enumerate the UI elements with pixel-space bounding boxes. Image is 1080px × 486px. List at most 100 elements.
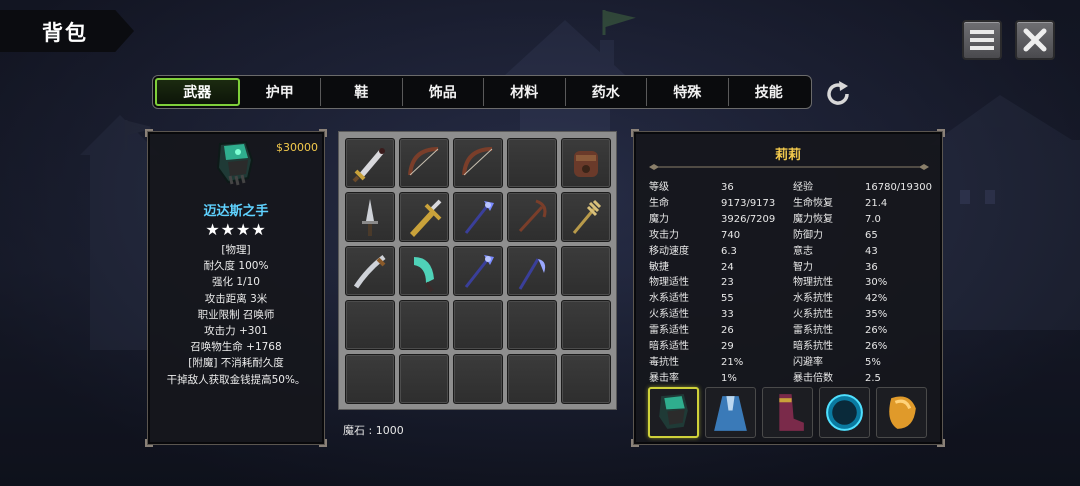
inventory-slot-empty[interactable] [344,353,395,404]
inventory-grid [338,131,617,410]
stat-label: 暴击倍数 [793,372,833,384]
magic-stone-count: 魔石 : 1000 [343,424,404,437]
inventory-slot-filled[interactable] [452,245,503,296]
equipment-slot[interactable] [876,387,927,438]
refresh-button[interactable] [822,78,854,110]
refresh-icon [827,81,849,105]
close-button[interactable] [1015,20,1055,60]
gauntlet-icon [659,394,688,429]
page-title: 背包 [42,21,88,45]
tab-weapons[interactable]: 武器 [155,78,240,106]
stat-value: 30% [865,277,888,289]
inventory-slot-empty[interactable] [506,353,557,404]
ornate-divider [649,164,929,170]
equipment-slot[interactable] [762,387,813,438]
equipment-slot[interactable] [819,387,870,438]
tab-label: 饰品 [428,85,457,101]
amber-gem-icon [889,396,916,429]
tab-materials[interactable]: 材料 [484,78,566,106]
inventory-slot-filled[interactable] [398,137,449,188]
stat-label: 攻击力 [649,229,679,241]
inventory-slot-filled[interactable] [344,245,395,296]
stat-value: 33 [721,309,734,321]
tab-label: 鞋 [354,85,369,101]
stat-value: 6.3 [721,245,737,257]
inventory-slot-filled[interactable] [344,137,395,188]
stat-label: 雷系抗性 [793,325,833,337]
stat-label: 等级 [649,182,669,193]
inventory-slot-empty[interactable] [398,299,449,350]
menu-icon [970,30,994,50]
stat-label: 魔力 [649,213,669,225]
stat-value: 21% [721,356,744,368]
stat-label: 物理适性 [649,277,689,289]
tab-label: 药水 [591,85,620,101]
inventory-slot-filled[interactable] [560,137,611,188]
item-attribute-line: 攻击力 +301 [204,325,268,338]
tab-armor[interactable]: 护甲 [240,78,321,106]
inventory-slot-filled[interactable] [560,191,611,242]
inventory-slot-empty[interactable] [344,299,395,350]
inventory-slot-empty[interactable] [452,299,503,350]
inventory-slot-empty[interactable] [560,353,611,404]
scythe-icon [518,257,545,290]
equipment-slot[interactable] [705,387,756,438]
inventory-slot-empty[interactable] [560,299,611,350]
stat-value: 26 [721,325,734,337]
inventory-slot-filled[interactable] [506,191,557,242]
tab-accessories[interactable]: 饰品 [403,78,484,106]
tab-shoes[interactable]: 鞋 [321,78,403,106]
staff-icon [464,254,494,288]
item-attribute-line: 强化 1/10 [212,276,260,289]
item-attribute-line: 耐久度 100% [203,260,269,273]
inventory-slot-filled[interactable] [398,245,449,296]
inventory-slot-empty[interactable] [398,353,449,404]
claw-blade-icon [413,256,434,292]
inventory-slot-empty[interactable] [560,245,611,296]
robe-icon [714,396,747,431]
stat-label: 闪避率 [793,356,823,368]
stat-value: 36 [721,182,734,193]
inventory-slot-filled[interactable] [506,245,557,296]
stat-label: 暗系适性 [649,341,689,353]
stat-label: 生命恢复 [793,197,833,209]
item-attribute-line: [物理] [221,244,251,256]
item-attribute-line: 攻击距离 3米 [204,292,268,305]
tab-label: 特殊 [673,85,702,101]
tab-label: 材料 [510,85,539,101]
bow-icon [461,146,492,175]
menu-button[interactable] [962,20,1002,60]
bow-icon [407,146,438,175]
character-name: 莉莉 [774,148,801,163]
inventory-slot-empty[interactable] [452,353,503,404]
item-attribute-line: 职业限制 召唤师 [197,308,275,321]
stat-value: 26% [865,341,888,353]
tab-label: 技能 [754,85,783,101]
character-stats: 等级 36 经验 16780/19300 生命 9173/9173 生命恢复 21.4 魔力 39… [649,180,939,387]
inventory-slot-filled[interactable] [452,137,503,188]
inventory-slot-filled[interactable] [452,191,503,242]
equipment-slot[interactable] [648,387,699,438]
inventory-slot-filled[interactable] [398,191,449,242]
stat-value: 42% [865,293,888,305]
inventory-slot-empty[interactable] [506,137,557,188]
tab-skills[interactable]: 技能 [729,78,810,106]
inventory-slot-empty[interactable] [506,299,557,350]
tab-special[interactable]: 特殊 [647,78,729,106]
stat-value: 29 [721,341,734,353]
tab-potions[interactable]: 药水 [566,78,647,106]
stat-label: 移动速度 [649,245,689,257]
gauntlet-icon [216,140,254,186]
stat-label: 经验 [793,182,813,193]
stat-value: 35% [865,309,888,321]
crossbow-icon [518,199,546,232]
greatsword-icon [409,199,441,237]
item-attribute-line: 干掉敌人获取金钱提高50%。 [166,373,306,386]
stat-label: 暗系抗性 [793,341,833,353]
sword-icon [352,147,385,182]
stat-value: 65 [865,229,878,241]
stat-value: 26% [865,325,888,337]
inventory-slot-filled[interactable] [344,191,395,242]
stat-value: 55 [721,293,734,305]
stat-label: 火系抗性 [793,309,833,321]
